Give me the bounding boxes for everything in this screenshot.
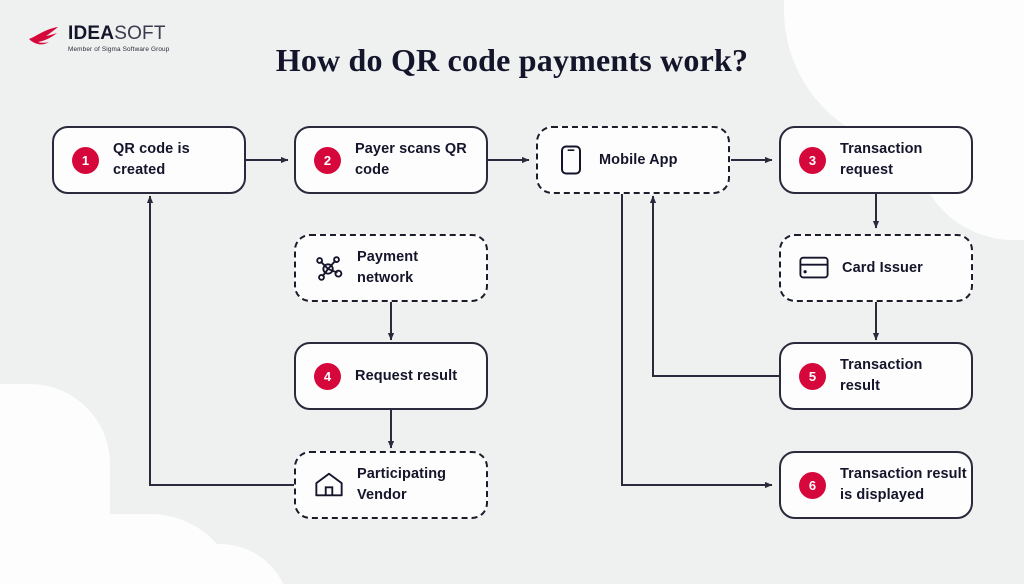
node-label: Transaction result is displayed <box>840 466 967 503</box>
step-badge: 3 <box>799 146 826 174</box>
node-participating-vendor[interactable]: Participating Vendor <box>294 451 488 519</box>
wire-vendor-to-qr <box>146 195 294 486</box>
node-transaction-request[interactable]: 3 Transaction request <box>779 126 973 194</box>
wire-mobile-to-displayed <box>621 192 773 489</box>
node-label: Mobile App <box>599 151 678 168</box>
step-badge: 2 <box>314 146 341 174</box>
node-label: Transaction result <box>840 357 923 394</box>
node-transaction-result[interactable]: 5 Transaction result <box>779 342 973 410</box>
step-badge: 6 <box>799 471 826 499</box>
wire-result-to-mobile <box>649 195 779 377</box>
house-storefront-icon <box>314 470 344 500</box>
node-label: Payment network <box>357 249 419 286</box>
node-label: Card Issuer <box>842 259 923 276</box>
node-label: Payer scans QR code <box>355 141 467 178</box>
node-request-result[interactable]: 4 Request result <box>294 342 488 410</box>
node-payer-scans-qr-code[interactable]: 2 Payer scans QR code <box>294 126 488 194</box>
step-badge: 4 <box>314 362 341 390</box>
node-label: Request result <box>355 367 458 384</box>
node-mobile-app[interactable]: Mobile App <box>536 126 730 194</box>
step-badge: 5 <box>799 362 826 390</box>
node-qr-code-is-created[interactable]: 1 QR code is created <box>52 126 246 194</box>
node-transaction-result-is-displayed[interactable]: 6 Transaction result is displayed <box>779 451 973 519</box>
network-nodes-icon <box>314 253 344 283</box>
node-label: Transaction request <box>840 141 923 178</box>
node-card-issuer[interactable]: Card Issuer <box>779 234 973 302</box>
credit-card-icon <box>799 253 829 283</box>
step-badge: 1 <box>72 146 99 174</box>
node-label: QR code is created <box>113 141 190 178</box>
node-payment-network[interactable]: Payment network <box>294 234 488 302</box>
diagram-canvas: IDEASOFT Member of Sigma Software Group … <box>0 0 1024 584</box>
node-label: Participating Vendor <box>357 466 447 503</box>
smartphone-icon <box>556 145 586 175</box>
